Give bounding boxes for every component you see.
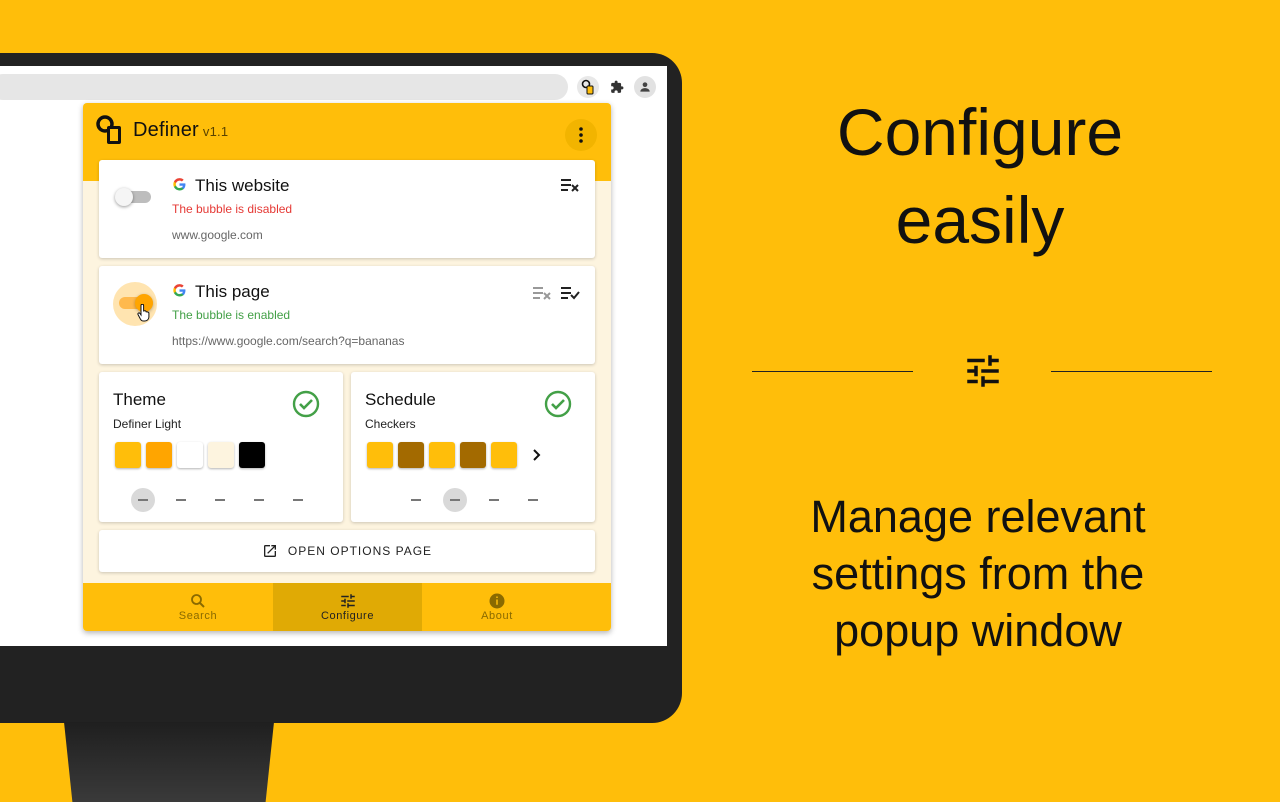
browser-toolbar xyxy=(0,66,667,104)
promo-heading: Configure easily xyxy=(760,88,1200,264)
page-url: https://www.google.com/search?q=bananas xyxy=(172,334,405,348)
pagination-dot-active[interactable] xyxy=(443,488,467,512)
theme-swatches xyxy=(115,442,265,468)
app-version: v1.1 xyxy=(202,124,229,139)
schedule-swatches xyxy=(367,442,517,468)
popup-title: Definer v1.1 xyxy=(133,119,228,142)
definer-popup: Definer v1.1 This website The bubble is d… xyxy=(83,103,611,631)
promo-subheading-line: settings from the xyxy=(811,548,1145,599)
clear-list-icon[interactable] xyxy=(561,178,579,197)
divider-left xyxy=(752,371,913,372)
theme-card-title: Theme xyxy=(113,390,166,409)
pagination-dot[interactable] xyxy=(176,499,186,501)
tune-icon xyxy=(962,350,1004,397)
nav-configure[interactable]: Configure xyxy=(273,583,422,631)
hand-cursor-icon xyxy=(137,303,151,327)
pagination-dot-active[interactable] xyxy=(131,488,155,512)
promo-heading-line: easily xyxy=(895,183,1065,257)
swatch xyxy=(460,442,486,468)
info-icon xyxy=(489,593,505,609)
promo-subheading-line: Manage relevant xyxy=(810,491,1146,542)
swatch xyxy=(491,442,517,468)
check-circle-icon xyxy=(292,390,320,423)
profile-icon[interactable] xyxy=(634,76,656,98)
promo-subheading-line: popup window xyxy=(834,605,1122,656)
address-bar[interactable] xyxy=(0,74,568,100)
browser-screen: Definer v1.1 This website The bubble is d… xyxy=(0,66,667,646)
clear-list-icon[interactable] xyxy=(533,286,551,305)
nav-search-label: Search xyxy=(178,610,218,622)
theme-name: Definer Light xyxy=(113,417,182,431)
app-name: Definer xyxy=(133,119,199,141)
page-card: This page The bubble is enabled https://… xyxy=(99,266,595,364)
website-status: The bubble is disabled xyxy=(172,202,293,216)
nav-about-label: About xyxy=(481,610,513,622)
divider-right xyxy=(1051,371,1212,372)
checklist-icon[interactable] xyxy=(561,286,580,305)
swatch xyxy=(146,442,172,468)
swatch xyxy=(367,442,393,468)
chevron-right-icon[interactable] xyxy=(531,448,541,467)
schedule-card-title: Schedule xyxy=(365,390,436,409)
website-card: This website The bubble is disabled www.… xyxy=(99,160,595,258)
open-options-page-button[interactable]: OPEN OPTIONS PAGE xyxy=(99,530,595,572)
definer-extension-icon[interactable] xyxy=(577,76,599,98)
swatch xyxy=(398,442,424,468)
nav-about[interactable]: About xyxy=(422,583,572,631)
website-card-title: This website xyxy=(195,176,290,195)
schedule-name: Checkers xyxy=(365,417,416,431)
swatch xyxy=(115,442,141,468)
definer-logo-icon xyxy=(95,114,125,151)
theme-card[interactable]: Theme Definer Light xyxy=(99,372,343,522)
schedule-card[interactable]: Schedule Checkers xyxy=(351,372,595,522)
swatch xyxy=(208,442,234,468)
website-url: www.google.com xyxy=(172,228,263,242)
open-in-new-icon xyxy=(263,545,276,557)
google-favicon-icon xyxy=(173,284,186,302)
page-card-title: This page xyxy=(195,282,270,301)
open-options-label: OPEN OPTIONS PAGE xyxy=(287,544,433,558)
pagination-dot[interactable] xyxy=(215,499,225,501)
promo-heading-line: Configure xyxy=(836,95,1124,169)
pagination-dot[interactable] xyxy=(489,499,499,501)
search-icon xyxy=(191,594,205,608)
bottom-navigation: Search Configure About xyxy=(83,583,611,631)
check-circle-icon xyxy=(544,390,572,423)
pagination-dot[interactable] xyxy=(528,499,538,501)
monitor-stand xyxy=(64,722,274,802)
swatch xyxy=(177,442,203,468)
pagination-dot[interactable] xyxy=(293,499,303,501)
promo-subheading: Manage relevant settings from the popup … xyxy=(760,488,1196,659)
toggle-thumb xyxy=(115,188,133,206)
pagination-dot[interactable] xyxy=(254,499,264,501)
more-vert-icon xyxy=(579,127,583,143)
puzzle-icon[interactable] xyxy=(606,76,628,98)
nav-search[interactable]: Search xyxy=(123,583,273,631)
tune-icon xyxy=(340,594,355,608)
swatch xyxy=(239,442,265,468)
page-status: The bubble is enabled xyxy=(172,308,291,322)
more-options-button[interactable] xyxy=(565,119,597,151)
nav-configure-label: Configure xyxy=(320,610,375,622)
swatch xyxy=(429,442,455,468)
google-favicon-icon xyxy=(173,178,186,196)
pagination-dot[interactable] xyxy=(411,499,421,501)
